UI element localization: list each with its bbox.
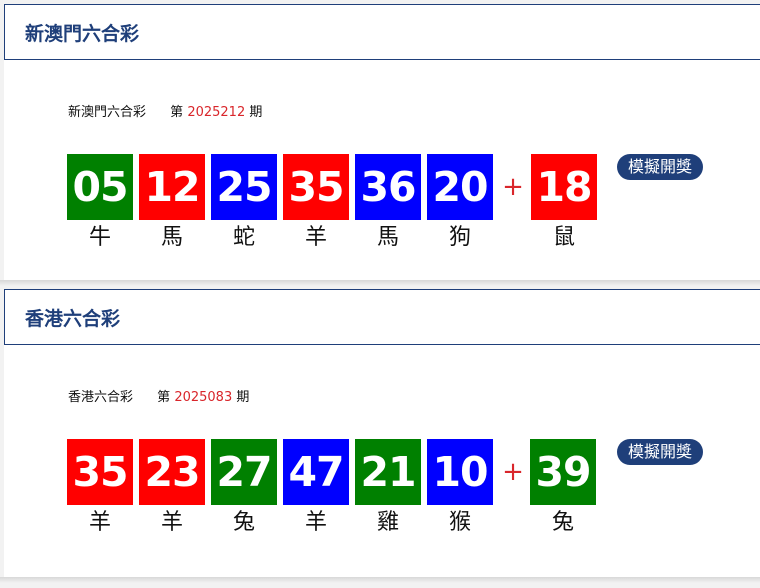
special-ball: 39 兔 — [530, 439, 596, 535]
ball-number: 47 — [283, 439, 349, 505]
plus-sign: + — [502, 457, 524, 487]
ball-zodiac: 鼠 — [552, 225, 575, 250]
number-ball: 25 蛇 — [211, 154, 277, 250]
hongkong-lottery-section: 香港六合彩 香港六合彩 第 2025083 期 35 羊 23 羊 27 兔 4… — [4, 289, 760, 577]
number-ball: 35 羊 — [67, 439, 133, 535]
ball-number: 36 — [355, 154, 421, 220]
section-header: 新澳門六合彩 — [4, 4, 760, 60]
ball-zodiac: 兔 — [232, 510, 255, 535]
ball-zodiac: 羊 — [160, 510, 183, 535]
simulate-draw-button[interactable]: 模擬開獎 — [617, 154, 703, 180]
number-ball: 36 馬 — [355, 154, 421, 250]
simulate-draw-button[interactable]: 模擬開獎 — [617, 439, 703, 465]
number-ball: 35 羊 — [283, 154, 349, 250]
result-balls: 05 牛 12 馬 25 蛇 35 羊 36 馬 20 狗 + 18 鼠 — [67, 154, 627, 254]
ball-number: 12 — [139, 154, 205, 220]
ball-zodiac: 牛 — [88, 225, 111, 250]
ball-number: 20 — [427, 154, 493, 220]
ball-number: 21 — [355, 439, 421, 505]
ball-number: 25 — [211, 154, 277, 220]
ball-number: 35 — [283, 154, 349, 220]
issue-number: 2025083 — [174, 390, 233, 405]
draw-info: 香港六合彩 第 2025083 期 — [68, 389, 249, 407]
section-divider — [0, 280, 760, 286]
issue-suffix: 期 — [249, 105, 263, 120]
lottery-name: 香港六合彩 — [68, 390, 134, 405]
ball-number: 05 — [67, 154, 133, 220]
ball-zodiac: 狗 — [448, 225, 471, 250]
ball-zodiac: 羊 — [304, 225, 327, 250]
number-ball: 21 雞 — [355, 439, 421, 535]
section-title: 新澳門六合彩 — [25, 23, 140, 45]
ball-zodiac: 馬 — [160, 225, 183, 250]
ball-zodiac: 羊 — [304, 510, 327, 535]
number-ball: 27 兔 — [211, 439, 277, 535]
ball-zodiac: 蛇 — [232, 225, 255, 250]
draw-info: 新澳門六合彩 第 2025212 期 — [68, 104, 262, 122]
ball-zodiac: 羊 — [88, 510, 111, 535]
ball-number: 35 — [67, 439, 133, 505]
ball-zodiac: 雞 — [376, 510, 399, 535]
section-divider — [0, 577, 760, 583]
lottery-name: 新澳門六合彩 — [68, 105, 147, 120]
special-ball: 18 鼠 — [531, 154, 597, 250]
issue-number: 2025212 — [187, 105, 246, 120]
section-header: 香港六合彩 — [4, 289, 760, 345]
macau-lottery-section: 新澳門六合彩 新澳門六合彩 第 2025212 期 05 牛 12 馬 25 蛇… — [4, 4, 760, 280]
plus-sign: + — [502, 172, 524, 202]
ball-zodiac: 兔 — [551, 510, 574, 535]
number-ball: 20 狗 — [427, 154, 493, 250]
number-ball: 12 馬 — [139, 154, 205, 250]
number-ball: 47 羊 — [283, 439, 349, 535]
number-ball: 10 猴 — [427, 439, 493, 535]
number-ball: 05 牛 — [67, 154, 133, 250]
ball-number: 23 — [139, 439, 205, 505]
issue-suffix: 期 — [236, 390, 250, 405]
ball-zodiac: 馬 — [376, 225, 399, 250]
ball-number: 39 — [530, 439, 596, 505]
issue-prefix: 第 — [170, 105, 184, 120]
issue-prefix: 第 — [157, 390, 171, 405]
ball-number: 27 — [211, 439, 277, 505]
result-balls: 35 羊 23 羊 27 兔 47 羊 21 雞 10 猴 + 39 兔 — [67, 439, 627, 539]
ball-number: 18 — [531, 154, 597, 220]
number-ball: 23 羊 — [139, 439, 205, 535]
ball-zodiac: 猴 — [448, 510, 471, 535]
section-title: 香港六合彩 — [25, 308, 121, 330]
ball-number: 10 — [427, 439, 493, 505]
